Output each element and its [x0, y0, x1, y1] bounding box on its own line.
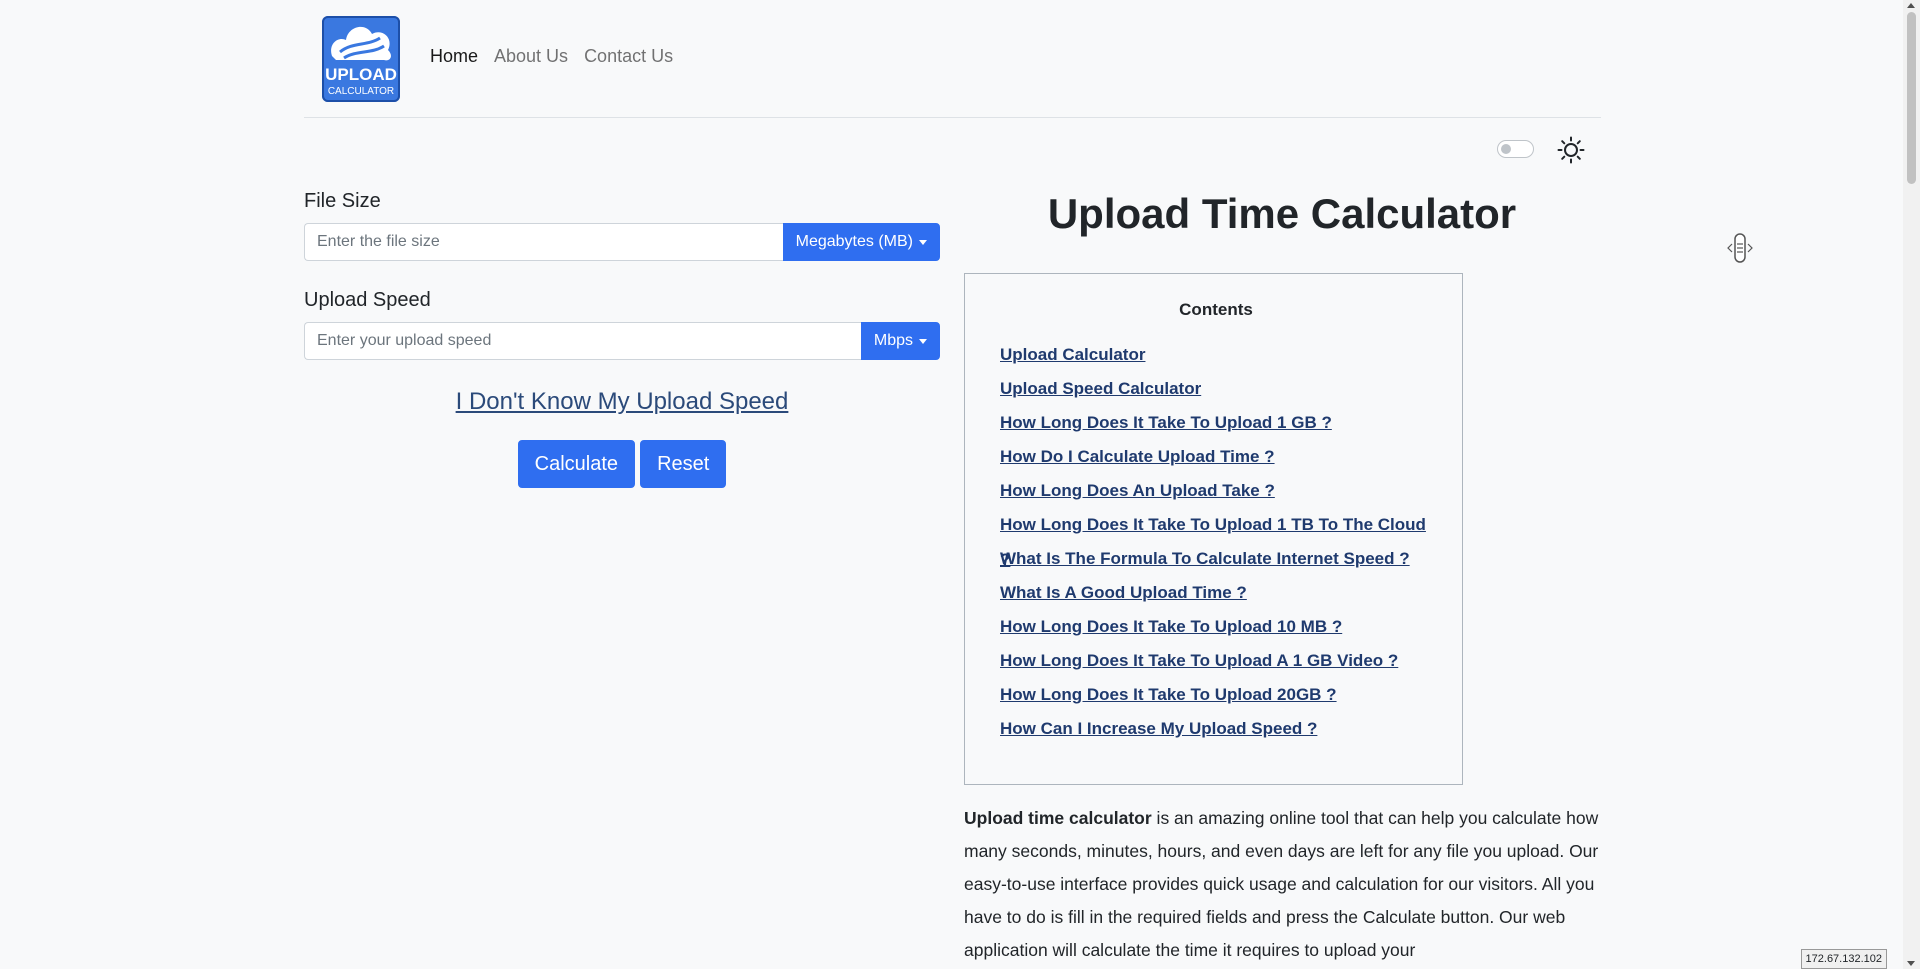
list-item: How Do I Calculate Upload Time ? — [1000, 440, 1432, 474]
sun-icon[interactable] — [1557, 136, 1585, 164]
upload-speed-input[interactable] — [304, 322, 861, 360]
toc-link[interactable]: Upload Speed Calculator — [1000, 379, 1201, 398]
list-item: How Long Does It Take To Upload 1 TB To … — [1000, 508, 1432, 569]
toc-link[interactable]: What Is The Formula To Calculate Interne… — [1000, 549, 1410, 568]
toc-link[interactable]: How Long Does An Upload Take ? — [1000, 481, 1275, 500]
caret-down-icon — [919, 338, 927, 344]
svg-text:CALCULATOR: CALCULATOR — [328, 86, 394, 97]
toc-link[interactable]: How Long Does It Take To Upload A 1 GB V… — [1000, 651, 1398, 670]
calculator-form: File Size Megabytes (MB) Upload Speed Mb… — [304, 190, 940, 488]
resize-handle-icon[interactable] — [1726, 232, 1754, 264]
list-item: How Long Does It Take To Upload 1 GB ? — [1000, 406, 1432, 440]
scroll-up-icon[interactable] — [1907, 3, 1915, 8]
toc-title: Contents — [1179, 300, 1253, 319]
svg-text:UPLOAD: UPLOAD — [325, 65, 397, 84]
site-header: UPLOAD CALCULATOR Home About Us Contact … — [304, 0, 1601, 118]
form-actions: Calculate Reset — [304, 440, 940, 488]
caret-down-icon — [919, 239, 927, 245]
intro-paragraph: Upload time calculator is an amazing onl… — [964, 802, 1600, 967]
scroll-down-icon[interactable] — [1907, 961, 1915, 966]
list-item: How Long Does It Take To Upload A 1 GB V… — [1000, 644, 1432, 678]
upload-speed-unit-dropdown[interactable]: Mbps — [860, 322, 940, 360]
logo-icon[interactable]: UPLOAD CALCULATOR — [322, 16, 400, 102]
list-item: Upload Speed Calculator — [1000, 372, 1432, 406]
theme-toggle[interactable] — [1497, 140, 1534, 158]
list-item: How Long Does An Upload Take ? — [1000, 474, 1432, 508]
toc-link[interactable]: What Is A Good Upload Time ? — [1000, 583, 1247, 602]
upload-speed-group: Mbps — [304, 322, 940, 360]
toc-list: Upload Calculator Upload Speed Calculato… — [1000, 338, 1432, 746]
toc-link[interactable]: How Long Does It Take To Upload 20GB ? — [1000, 685, 1337, 704]
toc-link[interactable]: How Can I Increase My Upload Speed ? — [1000, 719, 1317, 738]
file-size-input[interactable] — [304, 223, 783, 261]
calculate-button[interactable]: Calculate — [517, 440, 636, 488]
upload-speed-unit-label: Mbps — [873, 332, 913, 349]
nav-home[interactable]: Home — [430, 46, 478, 67]
list-item: How Can I Increase My Upload Speed ? — [1000, 712, 1432, 746]
toc-link[interactable]: Upload Calculator — [1000, 345, 1145, 364]
nav-about-us[interactable]: About Us — [494, 46, 568, 67]
list-item: How Long Does It Take To Upload 20GB ? — [1000, 678, 1432, 712]
main-nav: Home About Us Contact Us — [430, 46, 673, 67]
page: UPLOAD CALCULATOR Home About Us Contact … — [0, 0, 1920, 969]
file-size-group: Megabytes (MB) — [304, 223, 940, 261]
reset-button[interactable]: Reset — [640, 440, 727, 488]
vertical-scrollbar[interactable] — [1903, 0, 1920, 969]
nav-contact-us[interactable]: Contact Us — [584, 46, 673, 67]
file-size-unit-label: Megabytes (MB) — [795, 233, 913, 250]
toc-link[interactable]: How Do I Calculate Upload Time ? — [1000, 447, 1275, 466]
toc-link[interactable]: How Long Does It Take To Upload 10 MB ? — [1000, 617, 1342, 636]
toc-link[interactable]: How Long Does It Take To Upload 1 GB ? — [1000, 413, 1332, 432]
file-size-unit-dropdown[interactable]: Megabytes (MB) — [782, 223, 940, 261]
table-of-contents: Contents Upload Calculator Upload Speed … — [964, 273, 1463, 785]
page-title: Upload Time Calculator — [1047, 190, 1517, 237]
list-item: Upload Calculator — [1000, 338, 1432, 372]
file-size-label: File Size — [304, 190, 381, 212]
toggle-knob — [1501, 144, 1511, 154]
list-item: What Is The Formula To Calculate Interne… — [1000, 542, 1432, 576]
intro-text: is an amazing online tool that can help … — [964, 808, 1599, 960]
ip-address-badge: 172.67.132.102 — [1800, 949, 1887, 969]
intro-bold: Upload time calculator — [964, 808, 1152, 828]
list-item: How Long Does It Take To Upload 10 MB ? — [1000, 610, 1432, 644]
list-item: What Is A Good Upload Time ? — [1000, 576, 1432, 610]
scrollbar-thumb[interactable] — [1907, 12, 1916, 184]
upload-speed-label: Upload Speed — [304, 289, 431, 311]
dont-know-speed-link[interactable]: I Don't Know My Upload Speed — [304, 388, 940, 416]
